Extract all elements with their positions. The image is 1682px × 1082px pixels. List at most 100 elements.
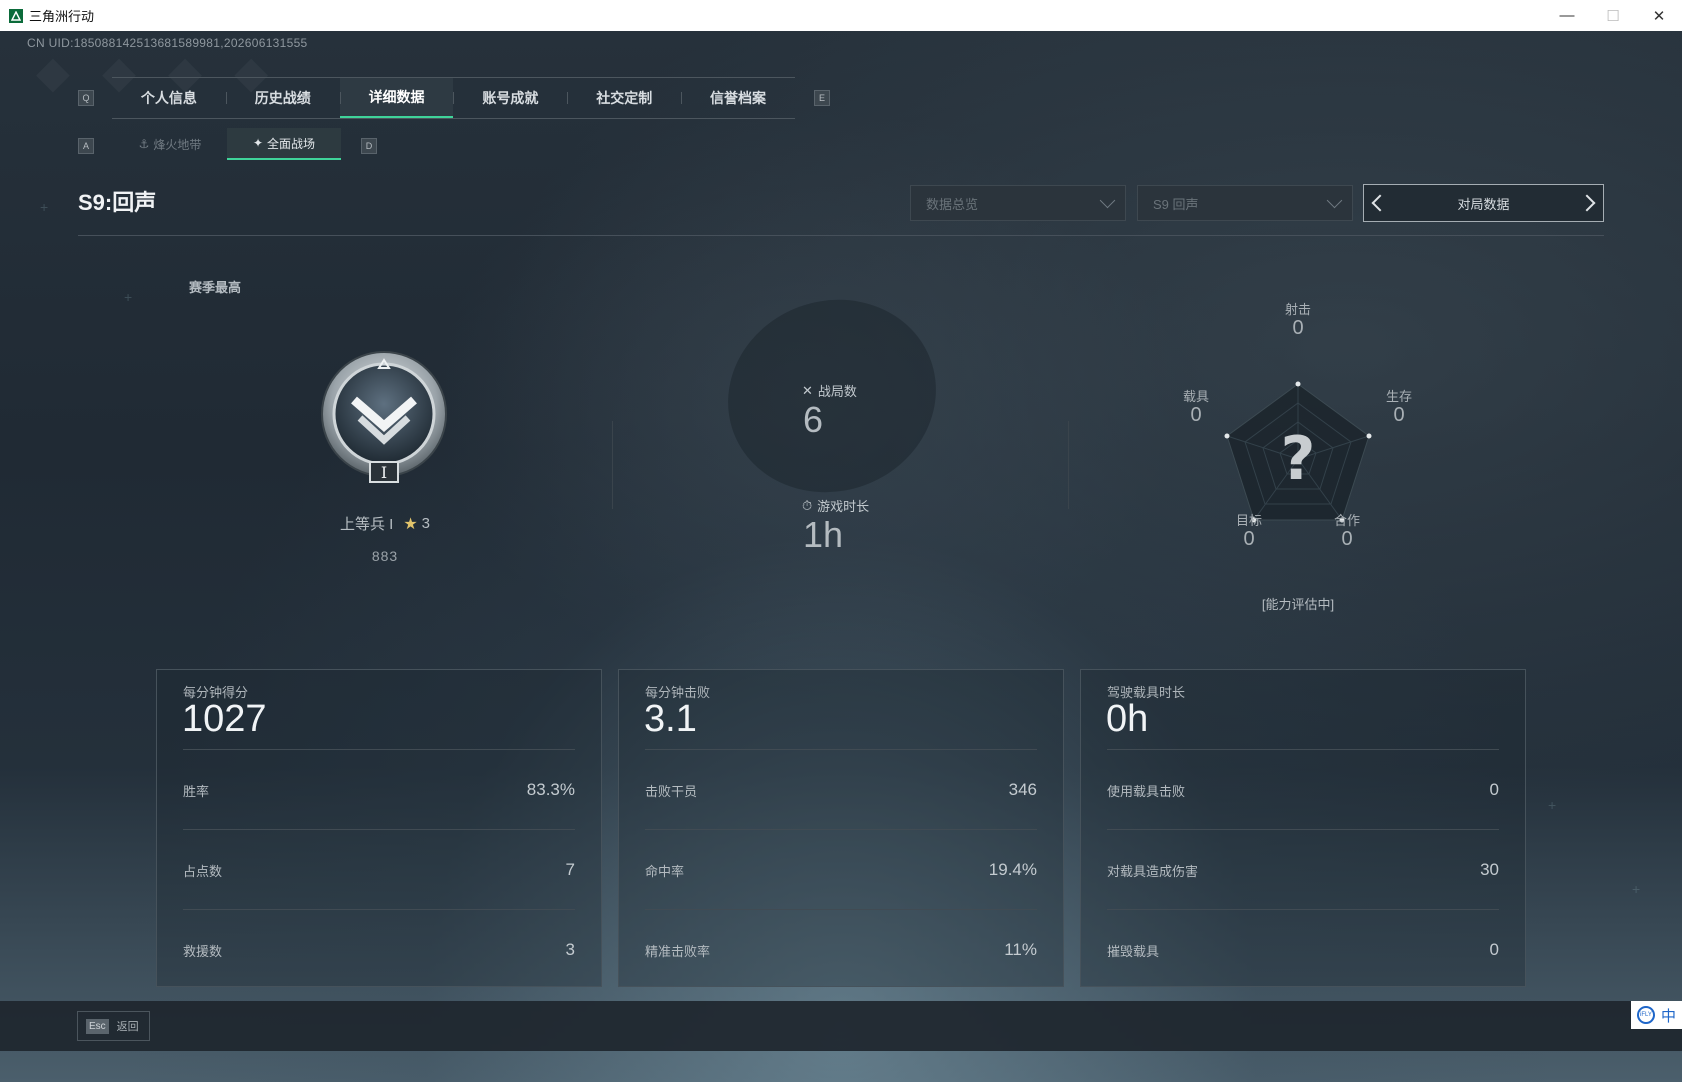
tab-match-history[interactable]: 历史战绩 <box>225 78 340 118</box>
game-area: ◆ ◆ ◆ ◆ + + + + CN UID:18508814251368158… <box>0 31 1682 1082</box>
tab-achievements[interactable]: 账号成就 <box>453 78 567 118</box>
radar-shooting-label: 射击 <box>1284 302 1311 317</box>
esc-keycap: Esc <box>86 1018 109 1034</box>
radar-teamwork-value: 0 <box>1341 528 1353 550</box>
stopwatch-icon: ⏱ <box>802 497 813 513</box>
chevron-down-icon <box>1326 192 1343 208</box>
card-row-label: 胜率 <box>183 783 210 799</box>
card-row: 使用载具击败 0 <box>1107 749 1499 830</box>
mode-subtabs: ⚓ 烽火地带 ✦ 全面战场 <box>113 128 341 160</box>
card-row-label: 对载具造成伤害 <box>1107 863 1199 879</box>
season-best-label: 赛季最高 <box>189 280 242 295</box>
card-row-value: 11% <box>1004 940 1037 959</box>
card-head-value: 0h <box>1106 698 1149 740</box>
card-row: 救援数 3 <box>183 909 575 990</box>
ability-radar-chart: ? <box>1224 381 1372 523</box>
minimize-button[interactable]: — <box>1544 0 1590 31</box>
radar-objective-value: 0 <box>1243 528 1255 550</box>
subtab-operations[interactable]: ⚓ 烽火地带 <box>113 128 227 160</box>
subtab-operations-label: 烽火地带 <box>153 137 202 152</box>
decor-cross: + <box>40 199 49 215</box>
card-row-value: 30 <box>1480 860 1499 879</box>
player-uid: CN UID:18508814251368158998​1,2026061315… <box>27 36 308 50</box>
card-row-label: 使用载具击败 <box>1107 783 1186 799</box>
key-hint-d[interactable]: D <box>361 138 377 154</box>
window-titlebar: 三角洲行动 — ☐ ✕ <box>0 0 1682 32</box>
tab-detailed-data[interactable]: 详细数据 <box>339 78 454 118</box>
back-button[interactable]: Esc 返回 <box>77 1011 150 1041</box>
radar-vehicle-label: 载具 <box>1182 389 1209 404</box>
card-row: 摧毁载具 0 <box>1107 909 1499 990</box>
prev-arrow-icon[interactable] <box>1371 194 1389 212</box>
card-row-value: 83.3% <box>526 780 575 799</box>
rank-points: 883 <box>371 548 399 564</box>
subtab-warfare[interactable]: ✦ 全面战场 <box>227 128 341 160</box>
chevron-down-icon <box>1099 192 1116 208</box>
anchor-icon: ⚓ <box>138 137 150 151</box>
key-hint-a[interactable]: A <box>78 138 94 154</box>
card-row-label: 命中率 <box>645 863 685 879</box>
match-data-switcher: 对局数据 <box>1363 184 1604 222</box>
card-row-label: 救援数 <box>183 943 223 959</box>
radar-vehicle-value: 0 <box>1190 404 1202 426</box>
card-row-label: 精准击败率 <box>645 943 711 959</box>
matches-value: 6 <box>803 399 824 440</box>
vehicle-stats-card: 驾驶载具时长 0h 使用载具击败 0 对载具造成伤害 30 摧毁载具 0 <box>1080 669 1526 987</box>
decor-cross: + <box>124 289 133 305</box>
back-label: 返回 <box>116 1021 139 1033</box>
key-hint-e[interactable]: E <box>814 90 830 106</box>
card-head-value: 1027 <box>182 698 267 740</box>
section-divider <box>1068 421 1069 509</box>
card-row-value: 19.4% <box>988 860 1037 879</box>
section-divider <box>612 421 613 509</box>
radar-question-mark: ? <box>1281 424 1316 494</box>
rank-badge-icon: I <box>321 351 447 483</box>
card-row-value: 0 <box>1489 780 1499 799</box>
ime-mode: 中 <box>1661 1007 1677 1025</box>
playtime-value: 1h <box>803 514 844 555</box>
playtime-label: ⏱ 游戏时长 <box>802 496 869 515</box>
crossed-swords-icon: ✕ <box>802 382 813 398</box>
tab-credit-record[interactable]: 信誉档案 <box>681 78 795 118</box>
card-row-value: 7 <box>565 860 575 879</box>
matches-label: ✕ 战局数 <box>802 381 857 400</box>
key-hint-q[interactable]: Q <box>78 90 94 106</box>
season-dropdown-value: S9 回声 <box>1153 196 1199 212</box>
data-overview-value: 数据总览 <box>926 196 979 212</box>
main-tabs: 个人信息 历史战绩 详细数据 账号成就 社交定制 信誉档案 <box>112 77 795 119</box>
radar-status: [能力评估中] <box>1261 597 1335 612</box>
radar-shooting-value: 0 <box>1292 317 1304 339</box>
card-row: 精准击败率 11% <box>645 909 1037 990</box>
card-row: 占点数 7 <box>183 829 575 910</box>
ifly-logo-icon: iFLY <box>1637 1006 1655 1024</box>
header-divider <box>78 235 1604 236</box>
maximize-button[interactable]: ☐ <box>1590 0 1636 31</box>
decor-cross: + <box>1632 881 1641 897</box>
app-logo-icon <box>9 8 23 23</box>
radar-survival-value: 0 <box>1393 404 1405 426</box>
score-stats-card: 每分钟得分 1027 胜率 83.3% 占点数 7 救援数 3 <box>156 669 602 987</box>
radar-teamwork-label: 合作 <box>1333 513 1360 528</box>
card-row-value: 346 <box>1008 780 1037 799</box>
close-button[interactable]: ✕ <box>1636 0 1682 31</box>
card-row-label: 击败干员 <box>645 783 698 799</box>
radar-objective-label: 目标 <box>1235 513 1262 528</box>
card-row: 命中率 19.4% <box>645 829 1037 910</box>
window-title: 三角洲行动 <box>29 9 95 24</box>
tab-personal-info[interactable]: 个人信息 <box>112 78 226 118</box>
rank-badge-numeral: I <box>381 463 387 482</box>
matches-label-text: 战局数 <box>817 384 857 399</box>
ime-indicator[interactable]: iFLY 中 <box>1631 1001 1682 1029</box>
card-row-label: 摧毁载具 <box>1107 943 1160 959</box>
tab-social-custom[interactable]: 社交定制 <box>567 78 681 118</box>
card-row-value: 3 <box>565 940 575 959</box>
subtab-warfare-label: 全面战场 <box>267 136 316 151</box>
next-arrow-icon[interactable] <box>1578 194 1596 212</box>
rank-name-row: 上等兵 I ★ 3 <box>300 513 470 534</box>
card-row: 击败干员 346 <box>645 749 1037 830</box>
bottom-bar: Esc 返回 <box>0 1001 1682 1051</box>
data-overview-dropdown[interactable]: 数据总览 <box>910 185 1126 221</box>
card-row-value: 0 <box>1489 940 1499 959</box>
rank-name: 上等兵 I <box>339 516 394 533</box>
season-dropdown[interactable]: S9 回声 <box>1137 185 1353 221</box>
